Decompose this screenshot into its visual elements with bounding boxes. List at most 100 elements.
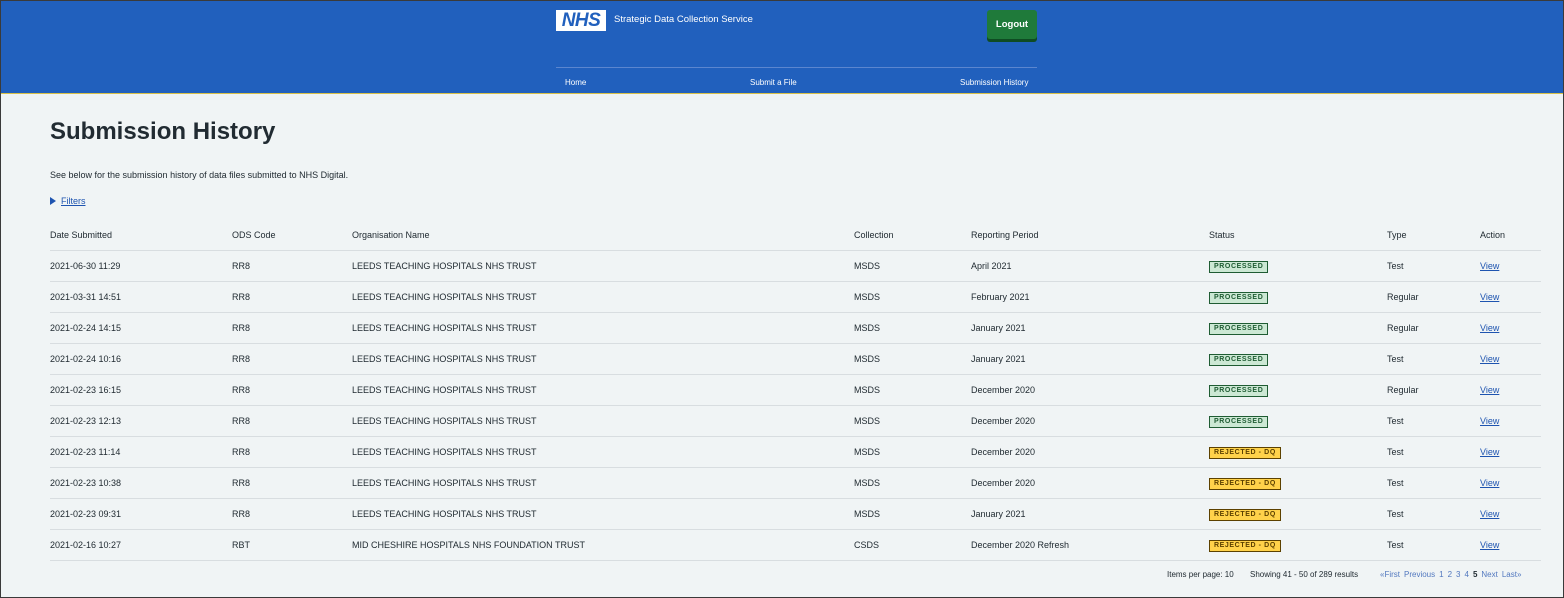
column-header-action: Action <box>1480 219 1541 251</box>
table-row: 2021-02-16 10:27 RBT MID CHESHIRE HOSPITAL… <box>50 529 1541 561</box>
ods-code-cell: RR8 <box>232 374 352 406</box>
action-cell: View <box>1480 374 1541 406</box>
collection-cell: MSDS <box>854 250 971 282</box>
date-submitted-cell: 2021-02-24 10:16 <box>50 343 232 375</box>
reporting-period-cell: December 2020 Refresh <box>971 529 1209 561</box>
last-page-link[interactable]: Last» <box>1502 570 1522 579</box>
ods-code-cell: RR8 <box>232 250 352 282</box>
status-badge: REJECTED - DQ <box>1209 508 1281 521</box>
organisation-name-cell: LEEDS TEACHING HOSPITALS NHS TRUST <box>352 467 854 499</box>
action-cell: View <box>1480 529 1541 561</box>
status-cell: REJECTED - DQ <box>1209 529 1387 561</box>
status-badge: REJECTED - DQ <box>1209 477 1281 490</box>
reporting-period-cell: December 2020 <box>971 374 1209 406</box>
view-link[interactable]: View <box>1480 447 1499 457</box>
ods-code-cell: RR8 <box>232 467 352 499</box>
type-cell: Regular <box>1387 281 1480 313</box>
status-cell: PROCESSED <box>1209 281 1387 313</box>
action-cell: View <box>1480 250 1541 282</box>
first-page-link[interactable]: «First <box>1380 570 1400 579</box>
status-badge: PROCESSED <box>1209 260 1269 273</box>
reporting-period-cell: January 2021 <box>971 498 1209 530</box>
table-header-row: Date Submitted ODS Code Organisation Nam… <box>50 219 1541 251</box>
view-link[interactable]: View <box>1480 261 1499 271</box>
action-cell: View <box>1480 281 1541 313</box>
page-title: Submission History <box>50 118 276 145</box>
column-header-date-submitted[interactable]: Date Submitted <box>50 219 232 251</box>
reporting-period-cell: February 2021 <box>971 281 1209 313</box>
page-number-link[interactable]: 5 <box>1473 570 1477 579</box>
column-header-reporting-period[interactable]: Reporting Period <box>971 219 1209 251</box>
column-header-organisation-name[interactable]: Organisation Name <box>352 219 854 251</box>
view-link[interactable]: View <box>1480 354 1499 364</box>
type-cell: Regular <box>1387 312 1480 344</box>
reporting-period-cell: December 2020 <box>971 436 1209 468</box>
organisation-name-cell: LEEDS TEACHING HOSPITALS NHS TRUST <box>352 312 854 344</box>
nhs-logo[interactable]: NHS <box>556 10 606 31</box>
date-submitted-cell: 2021-03-31 14:51 <box>50 281 232 313</box>
type-cell: Regular <box>1387 374 1480 406</box>
reporting-period-cell: December 2020 <box>971 467 1209 499</box>
status-badge: PROCESSED <box>1209 415 1269 428</box>
page-number-link[interactable]: 4 <box>1464 570 1468 579</box>
view-link[interactable]: View <box>1480 478 1499 488</box>
column-header-ods-code[interactable]: ODS Code <box>232 219 352 251</box>
page-number-link[interactable]: 3 <box>1456 570 1460 579</box>
items-per-page[interactable]: Items per page: 10 <box>1167 570 1234 579</box>
collection-cell: MSDS <box>854 312 971 344</box>
next-page-link[interactable]: Next <box>1481 570 1497 579</box>
status-cell: REJECTED - DQ <box>1209 436 1387 468</box>
ods-code-cell: RR8 <box>232 343 352 375</box>
collection-cell: MSDS <box>854 281 971 313</box>
nav-item-submit-a-file[interactable]: Submit a File <box>750 78 797 87</box>
table-row: 2021-03-31 14:51 RR8 LEEDS TEACHING HOSPIT… <box>50 281 1541 313</box>
collection-cell: MSDS <box>854 498 971 530</box>
action-cell: View <box>1480 343 1541 375</box>
view-link[interactable]: View <box>1480 509 1499 519</box>
status-badge: PROCESSED <box>1209 384 1269 397</box>
view-link[interactable]: View <box>1480 292 1499 302</box>
intro-text: See below for the submission history of … <box>50 170 349 180</box>
table-row: 2021-02-23 16:15 RR8 LEEDS TEACHING HOSPIT… <box>50 374 1541 406</box>
column-header-collection[interactable]: Collection <box>854 219 971 251</box>
table-body: 2021-06-30 11:29 RR8 LEEDS TEACHING HOSPIT… <box>50 250 1541 561</box>
table-row: 2021-02-24 10:16 RR8 LEEDS TEACHING HOSPIT… <box>50 343 1541 375</box>
status-cell: PROCESSED <box>1209 312 1387 344</box>
action-cell: View <box>1480 498 1541 530</box>
view-link[interactable]: View <box>1480 385 1499 395</box>
pagination-controls: «First Previous 1 2 3 4 5 Next Last» <box>1376 570 1521 579</box>
reporting-period-cell: December 2020 <box>971 405 1209 437</box>
expand-triangle-icon <box>50 197 56 205</box>
collection-cell: MSDS <box>854 467 971 499</box>
view-link[interactable]: View <box>1480 416 1499 426</box>
view-link[interactable]: View <box>1480 540 1499 550</box>
type-cell: Test <box>1387 498 1480 530</box>
column-header-type[interactable]: Type <box>1387 219 1480 251</box>
table-row: 2021-02-23 11:14 RR8 LEEDS TEACHING HOSPIT… <box>50 436 1541 468</box>
filters-toggle[interactable]: Filters <box>50 196 86 206</box>
collection-cell: MSDS <box>854 374 971 406</box>
page-number-link[interactable]: 2 <box>1448 570 1452 579</box>
filters-link[interactable]: Filters <box>61 196 86 206</box>
table-row: 2021-02-23 12:13 RR8 LEEDS TEACHING HOSPIT… <box>50 405 1541 437</box>
ods-code-cell: RBT <box>232 529 352 561</box>
results-count: Showing 41 - 50 of 289 results <box>1250 570 1359 579</box>
status-badge: PROCESSED <box>1209 291 1269 304</box>
status-badge: PROCESSED <box>1209 353 1269 366</box>
main-nav: Home Submit a File Submission History <box>556 67 1037 94</box>
type-cell: Test <box>1387 405 1480 437</box>
type-cell: Test <box>1387 467 1480 499</box>
date-submitted-cell: 2021-02-23 10:38 <box>50 467 232 499</box>
date-submitted-cell: 2021-02-23 16:15 <box>50 374 232 406</box>
ods-code-cell: RR8 <box>232 436 352 468</box>
view-link[interactable]: View <box>1480 323 1499 333</box>
page-number-link[interactable]: 1 <box>1439 570 1443 579</box>
organisation-name-cell: LEEDS TEACHING HOSPITALS NHS TRUST <box>352 343 854 375</box>
collection-cell: MSDS <box>854 436 971 468</box>
previous-page-link[interactable]: Previous <box>1404 570 1435 579</box>
logout-button[interactable]: Logout <box>987 10 1037 39</box>
organisation-name-cell: LEEDS TEACHING HOSPITALS NHS TRUST <box>352 498 854 530</box>
column-header-status[interactable]: Status <box>1209 219 1387 251</box>
nav-item-submission-history[interactable]: Submission History <box>960 78 1028 87</box>
nav-item-home[interactable]: Home <box>565 78 586 87</box>
